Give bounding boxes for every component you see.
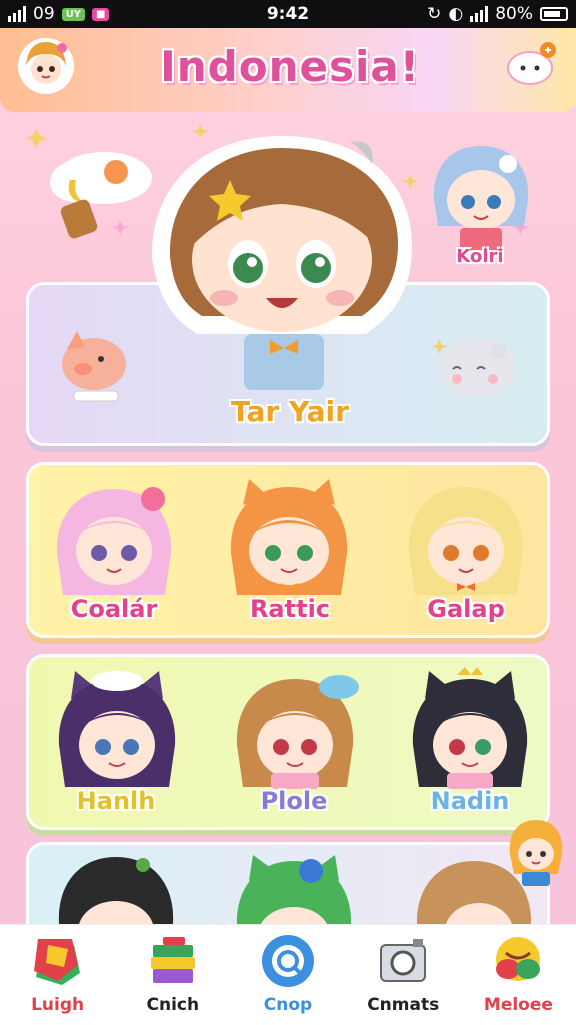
character-card-1[interactable]: [49, 479, 179, 601]
signal-icon: [8, 6, 26, 22]
character-card-3[interactable]: [401, 477, 531, 601]
floating-helper-icon[interactable]: [504, 814, 568, 890]
chat-icon[interactable]: [504, 38, 560, 90]
tab-label-3: Cnop: [263, 995, 313, 1015]
camera-icon: [380, 939, 427, 982]
tab-label-4: Cnmats: [367, 995, 440, 1015]
smile-icon: [496, 937, 541, 981]
tab-label-1: Luigh: [31, 995, 85, 1015]
side-character[interactable]: [426, 140, 536, 252]
tab-label-5: Meloee: [483, 995, 553, 1015]
app-header: Indonesia!: [0, 28, 576, 112]
featured-name: Tar Yair: [231, 395, 349, 428]
tab-cnop[interactable]: Cnop: [230, 925, 345, 1025]
tab-meloee[interactable]: Meloee: [461, 925, 576, 1025]
app-notif-icon: ■: [92, 7, 110, 21]
character-name-1: Coalár: [70, 595, 158, 623]
wifi-icon: ◐: [448, 4, 464, 24]
tab-luigh[interactable]: Luigh: [0, 925, 115, 1025]
character-row-1: Coalár Rattic Galap: [26, 462, 550, 638]
tab-cnich[interactable]: Cnich: [115, 925, 230, 1025]
side-character-name: Kolri: [456, 246, 504, 267]
character-card-5[interactable]: [225, 665, 365, 793]
character-name-4: Hanlh: [76, 787, 156, 815]
status-bar: 09 UY ■ 9:42 ↻ ◐ 80%: [0, 0, 576, 28]
tab-label-2: Cnich: [146, 995, 200, 1015]
status-time: 9:42: [266, 4, 310, 24]
status-left-text: 09: [33, 4, 55, 24]
star-icon: [33, 939, 80, 985]
character-card-6[interactable]: [405, 665, 535, 793]
character-row-2: Hanlh Plole Nadin: [26, 654, 550, 830]
search-icon: [262, 935, 314, 987]
sync-icon: ↻: [427, 4, 442, 24]
character-name-3: Galap: [427, 595, 505, 623]
character-name-6: Nadin: [430, 787, 510, 815]
character-card-2[interactable]: [219, 475, 359, 601]
featured-character[interactable]: [140, 128, 424, 398]
books-icon: [150, 937, 195, 983]
cell-signal-icon: [470, 6, 489, 22]
carrier-pill: UY: [61, 7, 86, 21]
battery-icon: [540, 7, 568, 21]
profile-avatar[interactable]: [16, 36, 76, 96]
pig-mascot-icon: [62, 331, 126, 402]
character-card-4[interactable]: [49, 665, 185, 793]
bottom-tab-bar: Luigh Cnich Cnop Cnmats Meloee: [0, 924, 576, 1025]
character-name-2: Rattic: [249, 595, 331, 623]
tab-cnmats[interactable]: Cnmats: [346, 925, 461, 1025]
battery-text: 80%: [495, 4, 533, 24]
character-name-5: Plole: [260, 787, 328, 815]
page-title: Indonesia!: [160, 42, 420, 91]
ghost-mascot-icon: [433, 337, 515, 397]
